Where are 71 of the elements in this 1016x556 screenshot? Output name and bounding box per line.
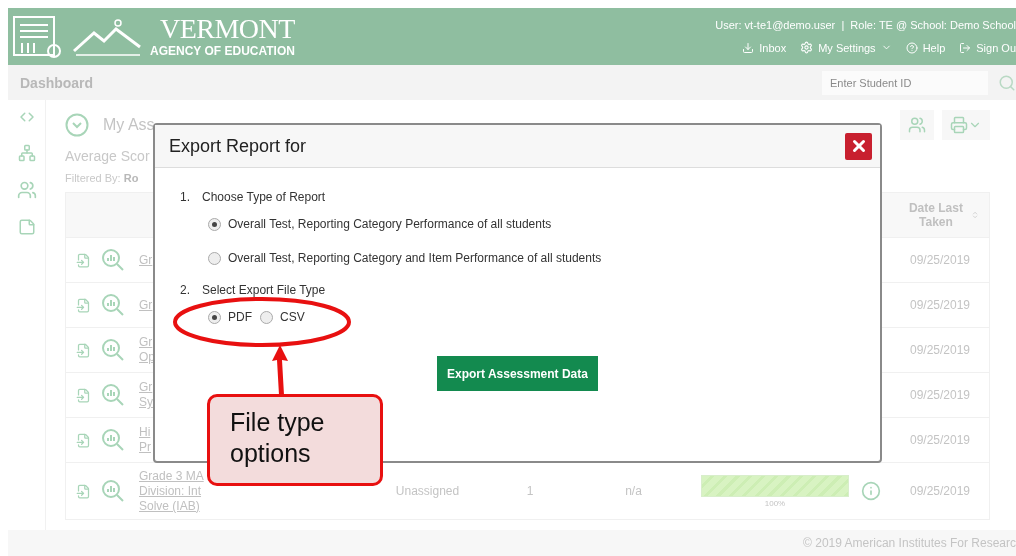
close-button[interactable] [845, 132, 872, 160]
callout-arrow [270, 345, 290, 395]
page-title: Dashboard [20, 74, 94, 91]
logo-subtitle: AGENCY OF EDUCATION [150, 42, 295, 59]
sign-out-icon [959, 41, 972, 54]
date-cell-text: 09/25/2019 [908, 433, 972, 447]
column-header[interactable]: Date Last Taken [891, 193, 989, 237]
magnifier-chart-icon[interactable] [101, 383, 125, 407]
option-label: CSV [280, 310, 305, 324]
step-label: Choose Type of Report [202, 190, 326, 204]
logo-emblem-icon [12, 14, 64, 59]
printer-icon [950, 116, 968, 134]
header-link[interactable]: Inbox [742, 41, 787, 54]
count-cell-text: 1 [525, 484, 535, 498]
report-title: My Ass [103, 116, 155, 134]
collapse-chevron-icon[interactable] [65, 113, 89, 137]
group-icon[interactable] [16, 180, 37, 200]
mountain-logo-icon [72, 16, 142, 57]
hierarchy-icon[interactable] [17, 144, 36, 162]
magnifier-chart-icon[interactable] [101, 293, 125, 317]
note-icon[interactable] [17, 218, 36, 236]
student-id-field[interactable]: Enter Student ID [822, 70, 988, 95]
date-cell-text: 09/25/2019 [908, 343, 972, 357]
export-button[interactable]: Export Assessment Data [437, 356, 598, 391]
document-icon[interactable] [76, 342, 91, 358]
assessment-link[interactable]: Grade 3 MA Division: Int Solve (IAB) [136, 468, 204, 514]
option-label: PDF [228, 310, 252, 324]
help-icon [905, 41, 918, 54]
magnifier-chart-icon[interactable] [101, 428, 125, 452]
document-icon[interactable] [76, 252, 91, 268]
date-cell-text: 09/25/2019 [908, 298, 972, 312]
radio-button[interactable] [208, 217, 221, 231]
document-icon[interactable] [76, 483, 91, 499]
date-cell-text: 09/25/2019 [908, 388, 972, 402]
roster-button[interactable] [900, 110, 934, 140]
sort-icon [970, 209, 979, 221]
group-icon [908, 116, 926, 134]
score-cell-text: n/a [624, 484, 643, 498]
header-link[interactable]: My Settings [800, 41, 892, 54]
option-label: Overall Test, Reporting Category and Item Performance of all students [228, 251, 602, 265]
assessment-link[interactable]: Gr [136, 252, 153, 268]
user-info: User: vt-te1@demo.user | Role: TE @ School: Demo School [715, 19, 1016, 31]
assessment-link[interactable]: Gr Sy [136, 380, 153, 410]
print-button[interactable] [942, 110, 990, 140]
status-cell-text: Unassigned [394, 484, 461, 498]
radio-button[interactable] [208, 310, 221, 324]
callout-box: File type options [207, 394, 383, 486]
radio-button[interactable] [260, 310, 273, 324]
option-label: Overall Test, Reporting Category Performance of all students [228, 217, 552, 231]
gear-icon [800, 41, 814, 54]
magnifier-chart-icon[interactable] [101, 248, 125, 272]
date-cell-text: 09/25/2019 [908, 484, 972, 498]
step-label: Select Export File Type [202, 283, 326, 297]
info-icon[interactable] [861, 481, 881, 501]
magnifier-chart-icon[interactable] [101, 338, 125, 362]
logo-title: VERMONT [159, 14, 295, 43]
header-link[interactable]: Sign Ou [959, 41, 1016, 54]
step-number: 1. [180, 190, 190, 204]
document-icon[interactable] [76, 297, 91, 313]
document-icon[interactable] [76, 387, 91, 403]
dialog-title: Export Report for [169, 135, 307, 157]
assessment-link[interactable]: Hi Pr [136, 425, 151, 455]
radio-button[interactable] [208, 251, 221, 265]
date-cell-text: 09/25/2019 [908, 253, 972, 267]
search-icon[interactable] [998, 73, 1016, 92]
header-link[interactable]: Help [905, 41, 946, 54]
assessment-link[interactable]: Gr [136, 297, 153, 313]
download-icon [742, 41, 755, 54]
document-icon[interactable] [76, 432, 91, 448]
magnifier-chart-icon[interactable] [101, 479, 125, 503]
step-number: 2. [180, 283, 190, 297]
